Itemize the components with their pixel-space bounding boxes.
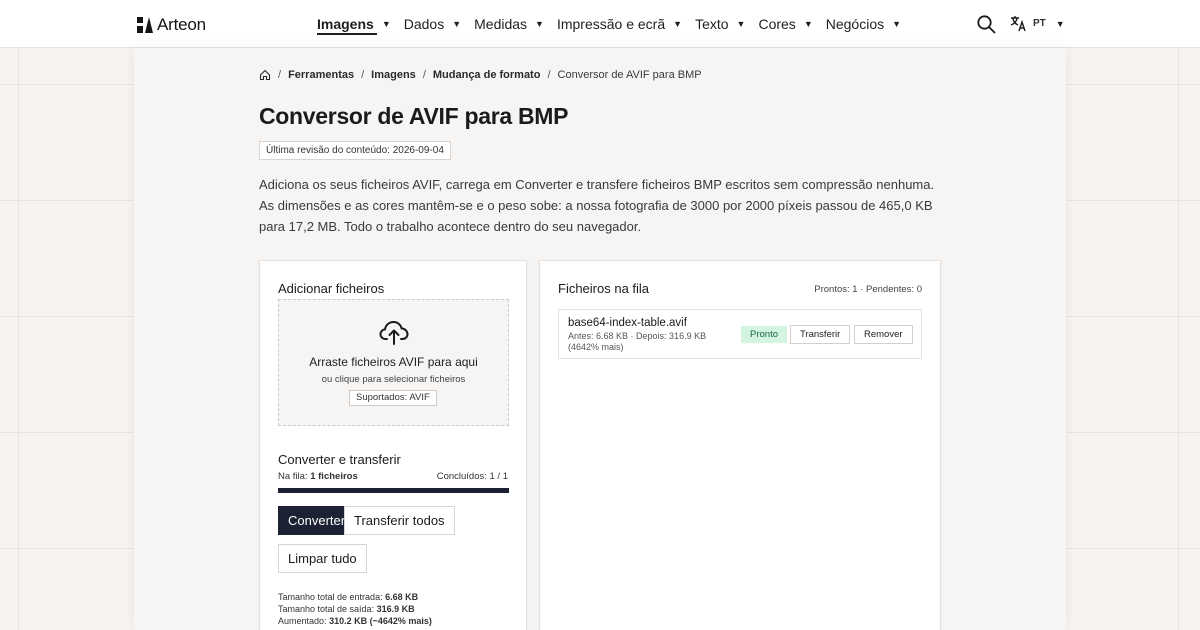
queue-count: Na fila: 1 ficheiros [278, 471, 358, 482]
total-input-value: 6.68 KB [385, 592, 419, 602]
search-icon[interactable] [976, 14, 996, 34]
top-navigation-bar: Arteon Imagens ▼ Dados ▼ Medidas ▼ Impre… [0, 0, 1200, 48]
completed-count: Concluídos: 1 / 1 [436, 471, 508, 482]
nav-item-dados[interactable]: Dados ▼ [404, 0, 461, 48]
upload-title: Adicionar ficheiros [278, 281, 385, 296]
remove-file-button[interactable]: Remover [854, 325, 913, 344]
revision-badge: Última revisão do conteúdo: 2026-09-04 [259, 141, 451, 160]
logo-icon [137, 17, 153, 33]
queue-file-row: base64-index-table.avif Antes: 6.68 KB ·… [558, 309, 922, 359]
logo[interactable]: Arteon [137, 15, 206, 35]
breadcrumb-separator: / [547, 69, 551, 81]
convert-section-title: Converter e transferir [278, 452, 401, 467]
caret-down-icon: ▼ [736, 19, 746, 29]
home-icon[interactable] [259, 69, 271, 81]
breadcrumb: / Ferramentas / Imagens / Mudança de for… [259, 69, 702, 81]
caret-down-icon: ▼ [535, 19, 544, 29]
logo-text: Arteon [157, 15, 206, 34]
total-input-label: Tamanho total de entrada: [278, 592, 383, 602]
dropzone-title: Arraste ficheiros AVIF para aqui [309, 355, 478, 369]
supported-formats-badge: Suportados: AVIF [349, 390, 437, 406]
nav-label: Medidas [474, 16, 528, 32]
queue-label: Na fila: [278, 471, 308, 482]
file-queue-panel: Ficheiros na fila Prontos: 1 · Pendentes… [539, 260, 941, 630]
caret-down-icon: ▼ [381, 19, 391, 29]
breadcrumb-separator: / [422, 69, 426, 81]
language-selector[interactable]: PT ▼ [1010, 15, 1065, 32]
caret-down-icon: ▼ [1055, 18, 1065, 29]
total-output-value: 316.9 KB [376, 604, 415, 614]
total-output-label: Tamanho total de saída: [278, 604, 375, 614]
nav-label: Impressão e ecrã [556, 16, 666, 32]
breadcrumb-separator: / [361, 69, 365, 81]
nav-label: Texto [695, 16, 729, 32]
total-input-size: Tamanho total de entrada: 6.68 KB [278, 591, 432, 603]
breadcrumb-link-ferramentas[interactable]: Ferramentas [288, 69, 354, 81]
caret-down-icon: ▼ [803, 19, 813, 29]
progress-fill [278, 488, 509, 493]
queue-value: 1 ficheiros [310, 471, 358, 482]
main-nav: Imagens ▼ Dados ▼ Medidas ▼ Impressão e … [317, 0, 914, 48]
breadcrumb-current: Conversor de AVIF para BMP [557, 69, 702, 81]
nav-label: Cores [758, 16, 796, 32]
page-title: Conversor de AVIF para BMP [259, 103, 569, 129]
status-badge: Pronto [741, 326, 787, 343]
upload-panel: Adicionar ficheiros Arraste ficheiros AV… [259, 260, 527, 630]
clear-all-button[interactable]: Limpar tudo [278, 544, 367, 573]
caret-down-icon: ▼ [452, 19, 462, 29]
file-name: base64-index-table.avif [568, 317, 687, 329]
nav-label: Dados [403, 16, 445, 32]
breadcrumb-link-mudanca-formato[interactable]: Mudança de formato [433, 69, 541, 81]
caret-down-icon: ▼ [673, 19, 683, 29]
nav-item-cores[interactable]: Cores ▼ [758, 0, 812, 48]
dropzone-subtitle: ou clique para selecionar ficheiros [321, 374, 466, 385]
main-content: / Ferramentas / Imagens / Mudança de for… [134, 48, 1066, 630]
nav-item-medidas[interactable]: Medidas ▼ [474, 0, 544, 48]
intro-text: Adiciona os seus ficheiros AVIF, carrega… [259, 177, 935, 234]
file-dropzone[interactable]: Arraste ficheiros AVIF para aqui ou cliq… [278, 299, 509, 426]
size-increase-value: 310.2 KB (~4642% mais) [329, 616, 432, 626]
nav-label: Negócios [825, 16, 885, 32]
cloud-upload-icon [379, 320, 409, 345]
total-output-size: Tamanho total de saída: 316.9 KB [278, 603, 432, 615]
nav-label: Imagens [317, 16, 374, 32]
conversion-progress-bar [278, 488, 509, 493]
breadcrumb-separator: / [278, 69, 282, 81]
queue-stats: Prontos: 1 · Pendentes: 0 [814, 284, 922, 295]
breadcrumb-link-imagens[interactable]: Imagens [371, 69, 416, 81]
size-increase-label: Aumentado: [278, 616, 327, 626]
size-totals: Tamanho total de entrada: 6.68 KB Tamanh… [278, 591, 432, 627]
nav-item-texto[interactable]: Texto ▼ [695, 0, 745, 48]
caret-down-icon: ▼ [892, 19, 902, 29]
language-code: PT [1033, 18, 1046, 29]
nav-item-imagens[interactable]: Imagens ▼ [317, 0, 391, 48]
queue-title: Ficheiros na fila [558, 281, 650, 296]
transfer-all-button[interactable]: Transferir todos [344, 506, 455, 535]
nav-item-negocios[interactable]: Negócios ▼ [826, 0, 901, 48]
translate-icon [1010, 16, 1026, 32]
nav-item-impressao[interactable]: Impressão e ecrã ▼ [557, 0, 682, 48]
file-size-meta: Antes: 6.68 KB · Depois: 316.9 KB (4642%… [568, 331, 707, 352]
transfer-file-button[interactable]: Transferir [790, 325, 851, 344]
size-increase: Aumentado: 310.2 KB (~4642% mais) [278, 615, 432, 627]
